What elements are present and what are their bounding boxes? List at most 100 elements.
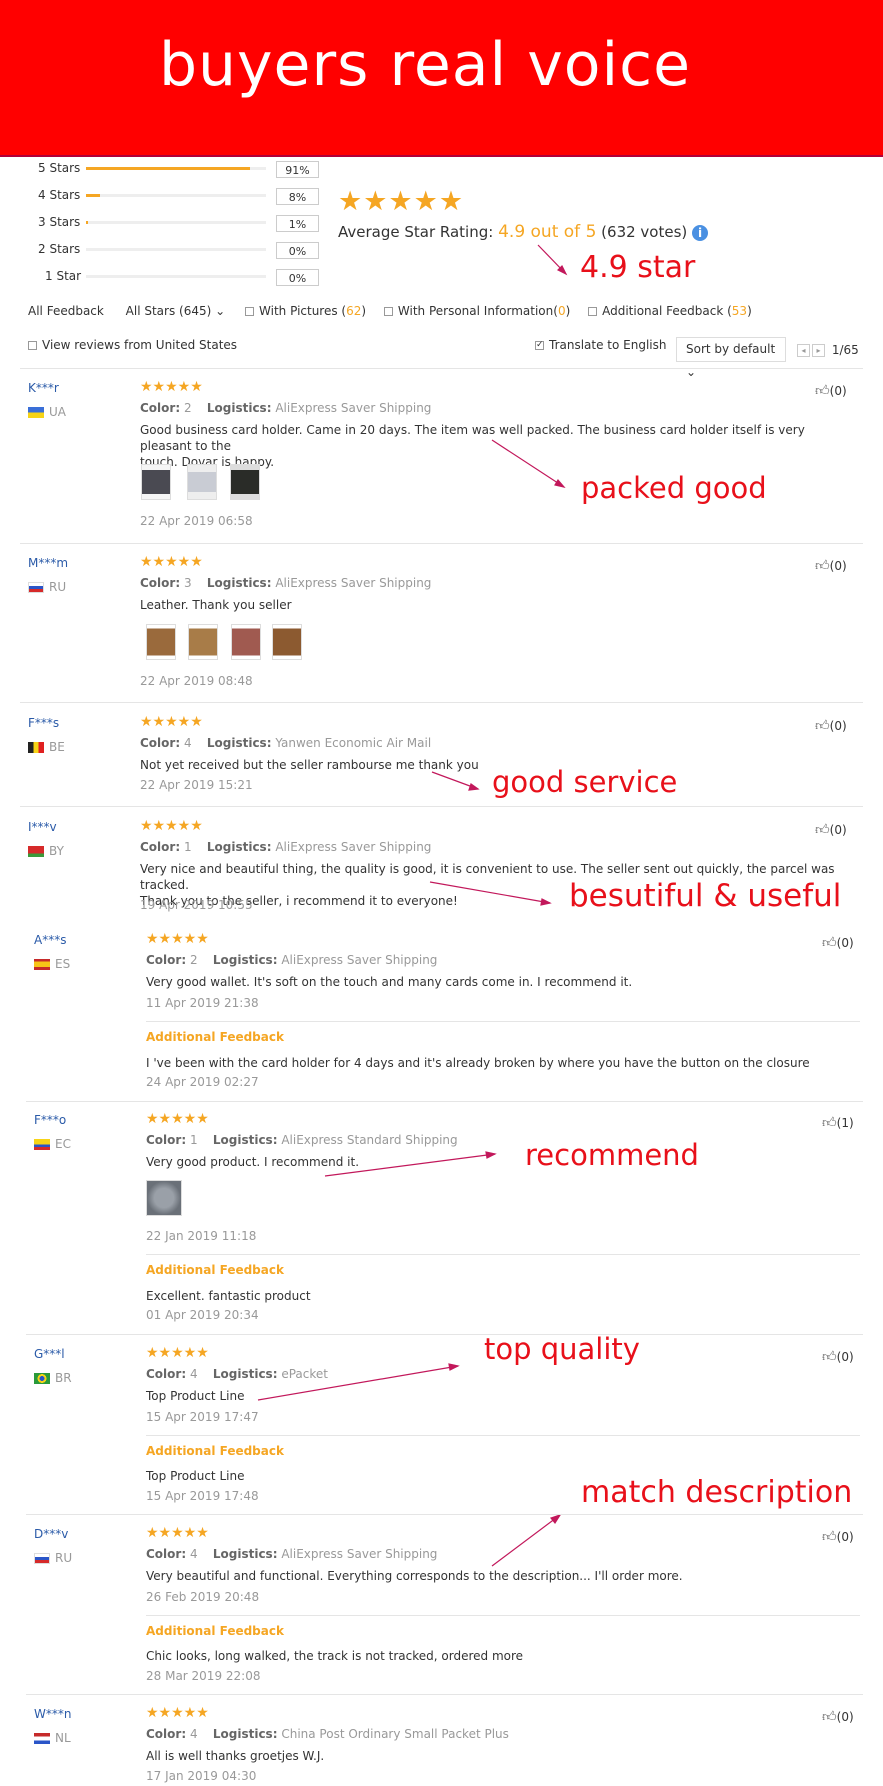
helpful-count: (1) (836, 1116, 854, 1130)
country-code: BR (55, 1371, 72, 1385)
review-photo[interactable] (146, 1180, 182, 1216)
reviewer-country: NL (34, 1731, 71, 1745)
reviewer-name[interactable]: A***s (34, 933, 66, 947)
helpful-count: (0) (829, 719, 847, 733)
logistics-label: Logistics: (212, 1547, 278, 1561)
personal-info-count: 0 (557, 304, 566, 318)
all-feedback-tab[interactable]: All Feedback (28, 304, 104, 318)
arrowhead (468, 783, 480, 791)
review-meta: Color: 4 Logistics: AliExpress Saver Shi… (146, 1547, 437, 1561)
color-label: Color: (146, 1727, 187, 1741)
divider (146, 1254, 860, 1255)
color-value: 1 (183, 840, 192, 854)
view-us-option[interactable]: View reviews from United States (28, 338, 237, 352)
helpful-button[interactable]: 👍︎(0) (815, 557, 847, 574)
logistics-value: AliExpress Saver Shipping (281, 1547, 438, 1561)
checkbox[interactable] (588, 307, 598, 316)
reviewer-name[interactable]: K***r (28, 381, 59, 395)
flag-es-icon (34, 959, 50, 970)
review-photo[interactable] (230, 464, 260, 500)
color-value: 2 (183, 401, 192, 415)
review-date: 22 Apr 2019 15:21 (140, 778, 253, 792)
divider (20, 368, 863, 369)
review-text: Leather. Thank you seller (140, 598, 292, 612)
review-meta: Color: 1 Logistics: AliExpress Saver Shi… (140, 840, 431, 854)
prev-page-button[interactable]: ◂ (797, 344, 810, 357)
review-meta: Color: 4 Logistics: China Post Ordinary … (146, 1727, 509, 1741)
with-pictures-filter[interactable]: With Pictures (62) (245, 304, 366, 318)
checkbox-checked[interactable]: ✓ (535, 341, 544, 350)
reviewer-name[interactable]: G***l (34, 1347, 65, 1361)
thumbs-up-icon: 👍︎ (815, 558, 830, 574)
helpful-button[interactable]: 👍︎(0) (822, 1348, 854, 1365)
review-text: All is well thanks groetjes W.J. (146, 1749, 325, 1763)
personal-info-filter[interactable]: With Personal Information(0) (383, 304, 570, 318)
color-label: Color: (140, 840, 181, 854)
helpful-button[interactable]: 👍︎(0) (822, 1708, 854, 1725)
reviewer-name[interactable]: F***o (34, 1113, 66, 1127)
thumbs-up-icon: 👍︎ (815, 718, 830, 734)
divider (20, 806, 863, 807)
checkbox[interactable] (28, 341, 37, 350)
thumbs-up-icon: 👍︎ (822, 1529, 837, 1545)
logistics-label: Logistics: (212, 1367, 278, 1381)
checkbox[interactable] (383, 307, 393, 316)
color-value: 4 (189, 1367, 198, 1381)
reviewer-country: BR (34, 1371, 72, 1385)
helpful-button[interactable]: 👍︎(1) (822, 1114, 854, 1131)
helpful-button[interactable]: 👍︎(0) (822, 1528, 854, 1545)
additional-feedback-date: 15 Apr 2019 17:48 (146, 1489, 259, 1503)
country-code: RU (55, 1551, 73, 1565)
logistics-label: Logistics: (206, 576, 272, 590)
logistics-label: Logistics: (206, 401, 272, 415)
reviewer-country: UA (28, 405, 66, 419)
divider (146, 1435, 860, 1436)
helpful-button[interactable]: 👍︎(0) (815, 821, 847, 838)
color-label: Color: (146, 953, 187, 967)
reviewer-name[interactable]: W***n (34, 1707, 71, 1721)
divider (26, 1694, 863, 1695)
logistics-value: Yanwen Economic Air Mail (275, 736, 432, 750)
translate-option[interactable]: ✓ Translate to English (535, 338, 667, 352)
review-stars: ★★★★★ (140, 818, 203, 834)
reviewer-name[interactable]: M***m (28, 556, 68, 570)
helpful-count: (0) (836, 1530, 854, 1544)
helpful-button[interactable]: 👍︎(0) (822, 934, 854, 951)
review-photo[interactable] (187, 464, 217, 500)
review-photo[interactable] (272, 624, 302, 660)
checkbox[interactable] (245, 307, 255, 316)
divider (26, 1514, 863, 1515)
review-meta: Color: 4 Logistics: Yanwen Economic Air … (140, 736, 431, 750)
reviewer-name[interactable]: I***v (28, 820, 57, 834)
review-date: 22 Apr 2019 08:48 (140, 674, 253, 688)
helpful-button[interactable]: 👍︎(0) (815, 717, 847, 734)
additional-feedback-filter[interactable]: Additional Feedback (53) (588, 304, 752, 318)
with-pictures-label: With Pictures ( (259, 304, 347, 318)
review-text: Not yet received but the seller rambours… (140, 758, 479, 772)
country-code: NL (55, 1731, 71, 1745)
review-stars: ★★★★★ (140, 379, 203, 395)
reviewer-name[interactable]: F***s (28, 716, 59, 730)
paren: ) (361, 304, 367, 318)
sort-dropdown[interactable]: Sort by default ⌄ (676, 337, 786, 379)
helpful-button[interactable]: 👍︎(0) (815, 382, 847, 399)
logistics-value: AliExpress Saver Shipping (275, 401, 432, 415)
review-photo[interactable] (141, 464, 171, 500)
additional-feedback-text: Chic looks, long walked, the track is no… (146, 1649, 524, 1663)
thumbs-up-icon: 👍︎ (822, 1349, 837, 1365)
review-photo[interactable] (231, 624, 261, 660)
review-photo[interactable] (146, 624, 176, 660)
divider (20, 702, 863, 703)
review-photo[interactable] (188, 624, 218, 660)
additional-feedback-heading: Additional Feedback (146, 1030, 284, 1044)
star-filter-label: All Stars (645) (125, 304, 212, 318)
next-page-button[interactable]: ▸ (812, 344, 825, 357)
review-text-line: Good business card holder. Came in 20 da… (140, 423, 805, 453)
star-filter-dropdown[interactable]: All Stars (645) ⌄ (126, 304, 226, 318)
review-stars: ★★★★★ (146, 1345, 209, 1361)
annotation-service: good service (492, 765, 678, 799)
page-indicator: 1/65 (831, 343, 859, 357)
color-label: Color: (146, 1547, 187, 1561)
reviewer-name[interactable]: D***v (34, 1527, 68, 1541)
review-text: Very beautiful and functional. Everythin… (146, 1569, 683, 1583)
